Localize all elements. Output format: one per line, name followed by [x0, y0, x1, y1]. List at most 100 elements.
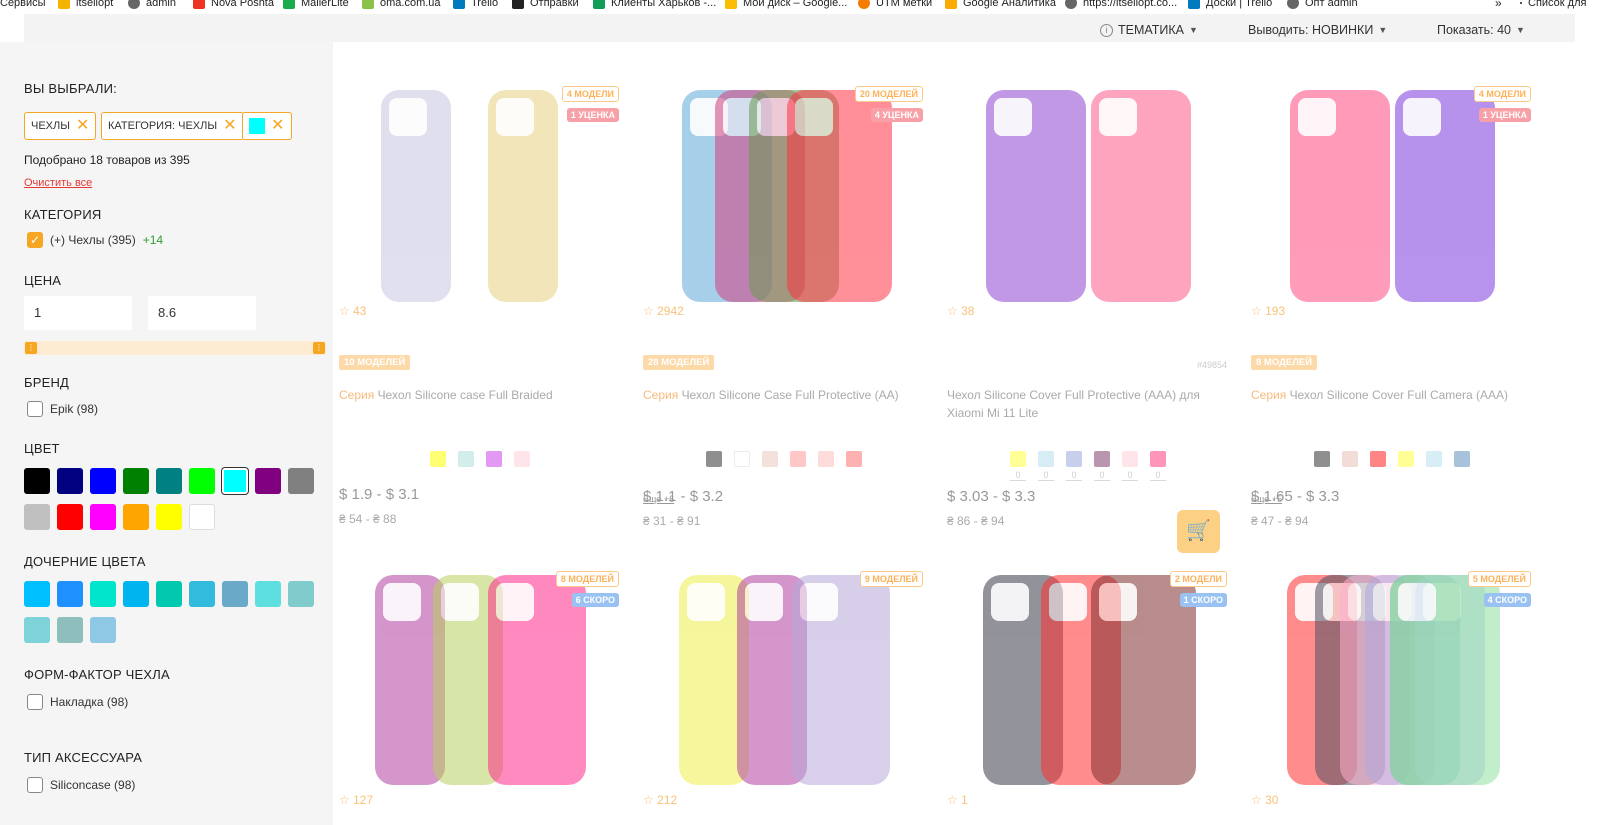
close-icon[interactable]: ✕: [223, 118, 236, 134]
color-swatch[interactable]: [24, 468, 50, 494]
brand-epik-checkbox[interactable]: Epik (98): [27, 401, 98, 417]
child-color-swatch[interactable]: [222, 581, 248, 607]
color-swatch[interactable]: [189, 468, 215, 494]
quantity[interactable]: 0: [1094, 470, 1110, 481]
slider-max-handle[interactable]: ⋮: [313, 342, 325, 354]
color-option[interactable]: [1398, 451, 1414, 467]
color-option[interactable]: [790, 451, 806, 467]
bookmark-trello[interactable]: Trello: [453, 0, 498, 9]
bookmark-mailerlite[interactable]: MailerLite: [283, 0, 349, 9]
child-color-swatch[interactable]: [57, 581, 83, 607]
per-page-dropdown[interactable]: Показать: 40 ▼: [1437, 23, 1525, 37]
color-option[interactable]: [818, 451, 834, 467]
form-overlay-checkbox[interactable]: Накладка (98): [27, 694, 128, 710]
chip-category[interactable]: КАТЕГОРИЯ: ЧЕХЛЫ ✕: [101, 112, 244, 140]
bookmark-itsellopt[interactable]: itsellopt: [58, 0, 113, 9]
quantity[interactable]: 0: [1066, 470, 1082, 481]
product-title[interactable]: Серия Чехол Silicone Case Full Protectiv…: [643, 386, 923, 404]
product-card[interactable]: 5 МОДЕЛЕЙ 4 СКОРО ☆ 30: [1245, 557, 1539, 825]
checkbox[interactable]: [27, 694, 43, 710]
sort-dropdown[interactable]: Выводить: НОВИНКИ ▼: [1248, 23, 1387, 37]
child-color-swatch[interactable]: [255, 581, 281, 607]
child-color-swatch[interactable]: [189, 581, 215, 607]
color-swatch[interactable]: [222, 468, 248, 494]
child-color-swatch[interactable]: [24, 617, 50, 643]
bookmark-clients[interactable]: Клиенты Харьков -...: [593, 0, 716, 9]
product-image[interactable]: [637, 557, 931, 825]
color-swatch[interactable]: [57, 504, 83, 530]
color-option[interactable]: [734, 451, 750, 467]
color-option[interactable]: [458, 451, 474, 467]
color-option[interactable]: 0: [1122, 451, 1138, 481]
bookmark-utm[interactable]: UTM метки: [858, 0, 932, 9]
product-card[interactable]: 2 МОДЕЛИ 1 СКОРО ☆ 1: [941, 557, 1235, 825]
product-card[interactable]: ☆ 38 #49854 Чехол Silicone Cover Full Prot…: [941, 72, 1235, 553]
bookmark-boards[interactable]: Доски | Trello: [1188, 0, 1272, 9]
product-title[interactable]: Чехол Silicone Cover Full Protective (AA…: [947, 386, 1227, 422]
color-swatch[interactable]: [123, 504, 149, 530]
clear-all-link[interactable]: Очистить все: [24, 177, 92, 189]
slider-min-handle[interactable]: ⋮: [25, 342, 37, 354]
color-option[interactable]: 0: [1038, 451, 1054, 481]
color-swatch[interactable]: [156, 468, 182, 494]
child-color-swatch[interactable]: [57, 617, 83, 643]
color-option[interactable]: [762, 451, 778, 467]
product-card[interactable]: 8 МОДЕЛЕЙ 6 СКОРО ☆ 127: [333, 557, 627, 825]
child-color-swatch[interactable]: [288, 581, 314, 607]
bookmark-itsellopt-link[interactable]: https://itsellopt.co...: [1065, 0, 1177, 9]
color-swatch[interactable]: [90, 468, 116, 494]
color-swatch[interactable]: [24, 504, 50, 530]
color-swatch[interactable]: [189, 504, 215, 530]
product-card[interactable]: 20 МОДЕЛЕЙ 4 УЦЕНКА ☆ 2942 28 МОДЕЛЕЙ Серия …: [637, 72, 931, 550]
bookmark-reading-list[interactable]: Список для: [1520, 0, 1586, 9]
price-max-input[interactable]: 8.6: [148, 296, 256, 330]
close-icon[interactable]: ✕: [76, 118, 89, 134]
bookmark-opt-admin[interactable]: Опт admin: [1287, 0, 1358, 9]
child-color-swatch[interactable]: [156, 581, 182, 607]
color-option[interactable]: [430, 451, 446, 467]
theme-dropdown[interactable]: i ТЕМАТИКА ▼: [1100, 23, 1198, 37]
bookmark-shipments[interactable]: Отправки: [512, 0, 579, 9]
color-swatch[interactable]: [156, 504, 182, 530]
product-image[interactable]: [941, 72, 1235, 342]
product-card[interactable]: 4 МОДЕЛИ 1 УЦЕНКА ☆ 193 8 МОДЕЛЕЙ Серия Чехо…: [1245, 72, 1539, 550]
price-slider[interactable]: ⋮ ⋮: [24, 341, 326, 355]
color-option[interactable]: 0: [1066, 451, 1082, 481]
child-color-swatch[interactable]: [90, 581, 116, 607]
product-title[interactable]: Серия Чехол Silicone case Full Braided: [339, 386, 619, 404]
color-swatch[interactable]: [255, 468, 281, 494]
color-option[interactable]: 0: [1010, 451, 1026, 481]
child-color-swatch[interactable]: [24, 581, 50, 607]
product-title[interactable]: Серия Чехол Silicone Cover Full Camera (…: [1251, 386, 1531, 404]
quantity[interactable]: 0: [1122, 470, 1138, 481]
bookmark-oma[interactable]: oma.com.ua: [362, 0, 441, 9]
price-min-input[interactable]: 1: [24, 296, 132, 330]
category-cases-checkbox[interactable]: ✓ (+) Чехлы (395) +14: [27, 232, 163, 248]
color-option[interactable]: [846, 451, 862, 467]
color-option[interactable]: 0: [1094, 451, 1110, 481]
bookmark-drive[interactable]: Мой диск – Google...: [725, 0, 847, 9]
color-option[interactable]: [1342, 451, 1358, 467]
chip-cases[interactable]: ЧЕХЛЫ ✕: [24, 112, 97, 140]
product-card[interactable]: 4 МОДЕЛИ 1 УЦЕНКА ☆ 43 10 МОДЕЛЕЙ Серия Чехо…: [333, 72, 627, 550]
bookmark-services[interactable]: Сервисы: [0, 0, 46, 9]
add-to-cart-button[interactable]: 🛒: [1177, 510, 1220, 553]
product-card[interactable]: 9 МОДЕЛЕЙ ☆ 212: [637, 557, 931, 825]
bookmark-admin[interactable]: admin: [128, 0, 176, 9]
chip-color[interactable]: ✕: [242, 112, 292, 140]
color-option[interactable]: [1454, 451, 1470, 467]
color-option[interactable]: 0: [1150, 451, 1166, 481]
color-option[interactable]: [706, 451, 722, 467]
checkbox[interactable]: [27, 777, 43, 793]
color-option[interactable]: [1370, 451, 1386, 467]
color-swatch[interactable]: [288, 468, 314, 494]
bookmarks-more-button[interactable]: »: [1495, 0, 1502, 10]
color-option[interactable]: [486, 451, 502, 467]
child-color-swatch[interactable]: [90, 617, 116, 643]
color-option[interactable]: [1426, 451, 1442, 467]
child-color-swatch[interactable]: [123, 581, 149, 607]
color-swatch[interactable]: [57, 468, 83, 494]
checkbox[interactable]: [27, 401, 43, 417]
quantity[interactable]: 0: [1010, 470, 1026, 481]
quantity[interactable]: 0: [1150, 470, 1166, 481]
